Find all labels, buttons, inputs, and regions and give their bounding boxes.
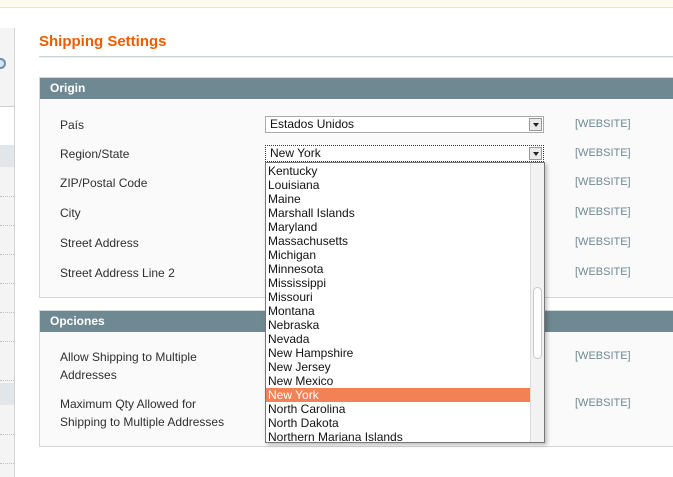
chevron-down-icon[interactable] — [529, 147, 542, 160]
region-select-value: New York — [270, 146, 321, 160]
region-option[interactable]: Maryland — [266, 220, 531, 234]
sidebar-item-active[interactable] — [0, 106, 14, 146]
sidebar-item[interactable] — [0, 284, 14, 313]
sidebar-item[interactable] — [0, 168, 14, 197]
origin-section-header[interactable]: Origin — [40, 78, 673, 99]
region-option[interactable]: Massachusetts — [266, 234, 531, 248]
region-select[interactable]: New York — [265, 145, 544, 162]
chevron-down-icon[interactable] — [529, 118, 542, 131]
max-qty-label: Maximum Qty Allowed for Shipping to Mult… — [60, 395, 224, 431]
sidebar-item[interactable] — [0, 226, 14, 255]
notification-bar — [0, 0, 673, 8]
city-scope: [WEBSITE] — [575, 206, 631, 218]
sidebar-item[interactable] — [0, 255, 14, 284]
multi-shipping-label-line2: Addresses — [60, 368, 117, 382]
country-select-value: Estados Unidos — [270, 117, 355, 131]
region-option[interactable]: New Hampshire — [266, 346, 531, 360]
region-option[interactable]: Michigan — [266, 248, 531, 262]
street-address-2-label: Street Address Line 2 — [60, 266, 175, 280]
sidebar-item[interactable] — [0, 313, 14, 342]
region-option[interactable]: Montana — [266, 304, 531, 318]
sidebar-group-header — [0, 145, 14, 167]
sidebar-toggle-icon[interactable] — [0, 58, 6, 69]
region-dropdown-list[interactable]: Kentucky Louisiana Maine Marshall Island… — [265, 162, 545, 443]
scrollbar-thumb[interactable] — [533, 287, 542, 359]
country-scope: [WEBSITE] — [575, 118, 631, 130]
region-option[interactable]: North Dakota — [266, 416, 531, 430]
sidebar-group-header — [0, 383, 14, 405]
region-label: Region/State — [60, 147, 130, 161]
region-option[interactable]: New Jersey — [266, 360, 531, 374]
multi-shipping-label-line1: Allow Shipping to Multiple — [60, 350, 197, 364]
region-option[interactable]: Minnesota — [266, 262, 531, 276]
page-title: Shipping Settings — [39, 33, 167, 50]
region-option[interactable]: Nevada — [266, 332, 531, 346]
sidebar-item[interactable] — [0, 197, 14, 226]
region-option[interactable]: Nebraska — [266, 318, 531, 332]
street-address-scope: [WEBSITE] — [575, 236, 631, 248]
title-divider — [39, 56, 673, 58]
region-scope: [WEBSITE] — [575, 147, 631, 159]
region-option[interactable]: Louisiana — [266, 178, 531, 192]
region-option[interactable]: New Mexico — [266, 374, 531, 388]
country-select[interactable]: Estados Unidos — [265, 116, 544, 133]
region-option-selected[interactable]: New York — [266, 388, 531, 402]
region-option[interactable]: Marshall Islands — [266, 206, 531, 220]
region-option[interactable]: Mississippi — [266, 276, 531, 290]
region-option[interactable]: Missouri — [266, 290, 531, 304]
region-option[interactable]: Kentucky — [266, 164, 531, 178]
max-qty-scope: [WEBSITE] — [575, 397, 631, 409]
sidebar-item[interactable] — [0, 435, 14, 464]
multi-shipping-label: Allow Shipping to Multiple Addresses — [60, 348, 197, 384]
sidebar-item[interactable] — [0, 406, 14, 435]
region-option[interactable]: Maine — [266, 192, 531, 206]
region-option[interactable]: Northern Mariana Islands — [266, 430, 531, 442]
multi-shipping-scope: [WEBSITE] — [575, 350, 631, 362]
street-address-label: Street Address — [60, 236, 139, 250]
max-qty-label-line2: Shipping to Multiple Addresses — [60, 415, 225, 429]
country-label: País — [60, 118, 85, 132]
street-address-2-scope: [WEBSITE] — [575, 266, 631, 278]
left-sidebar — [0, 28, 15, 477]
max-qty-label-line1: Maximum Qty Allowed for — [60, 397, 197, 411]
zip-scope: [WEBSITE] — [575, 176, 631, 188]
region-option[interactable]: North Carolina — [266, 402, 531, 416]
sidebar-item[interactable] — [0, 342, 14, 381]
city-label: City — [60, 206, 81, 220]
dropdown-scrollbar[interactable] — [530, 163, 544, 442]
zip-label: ZIP/Postal Code — [60, 176, 148, 190]
